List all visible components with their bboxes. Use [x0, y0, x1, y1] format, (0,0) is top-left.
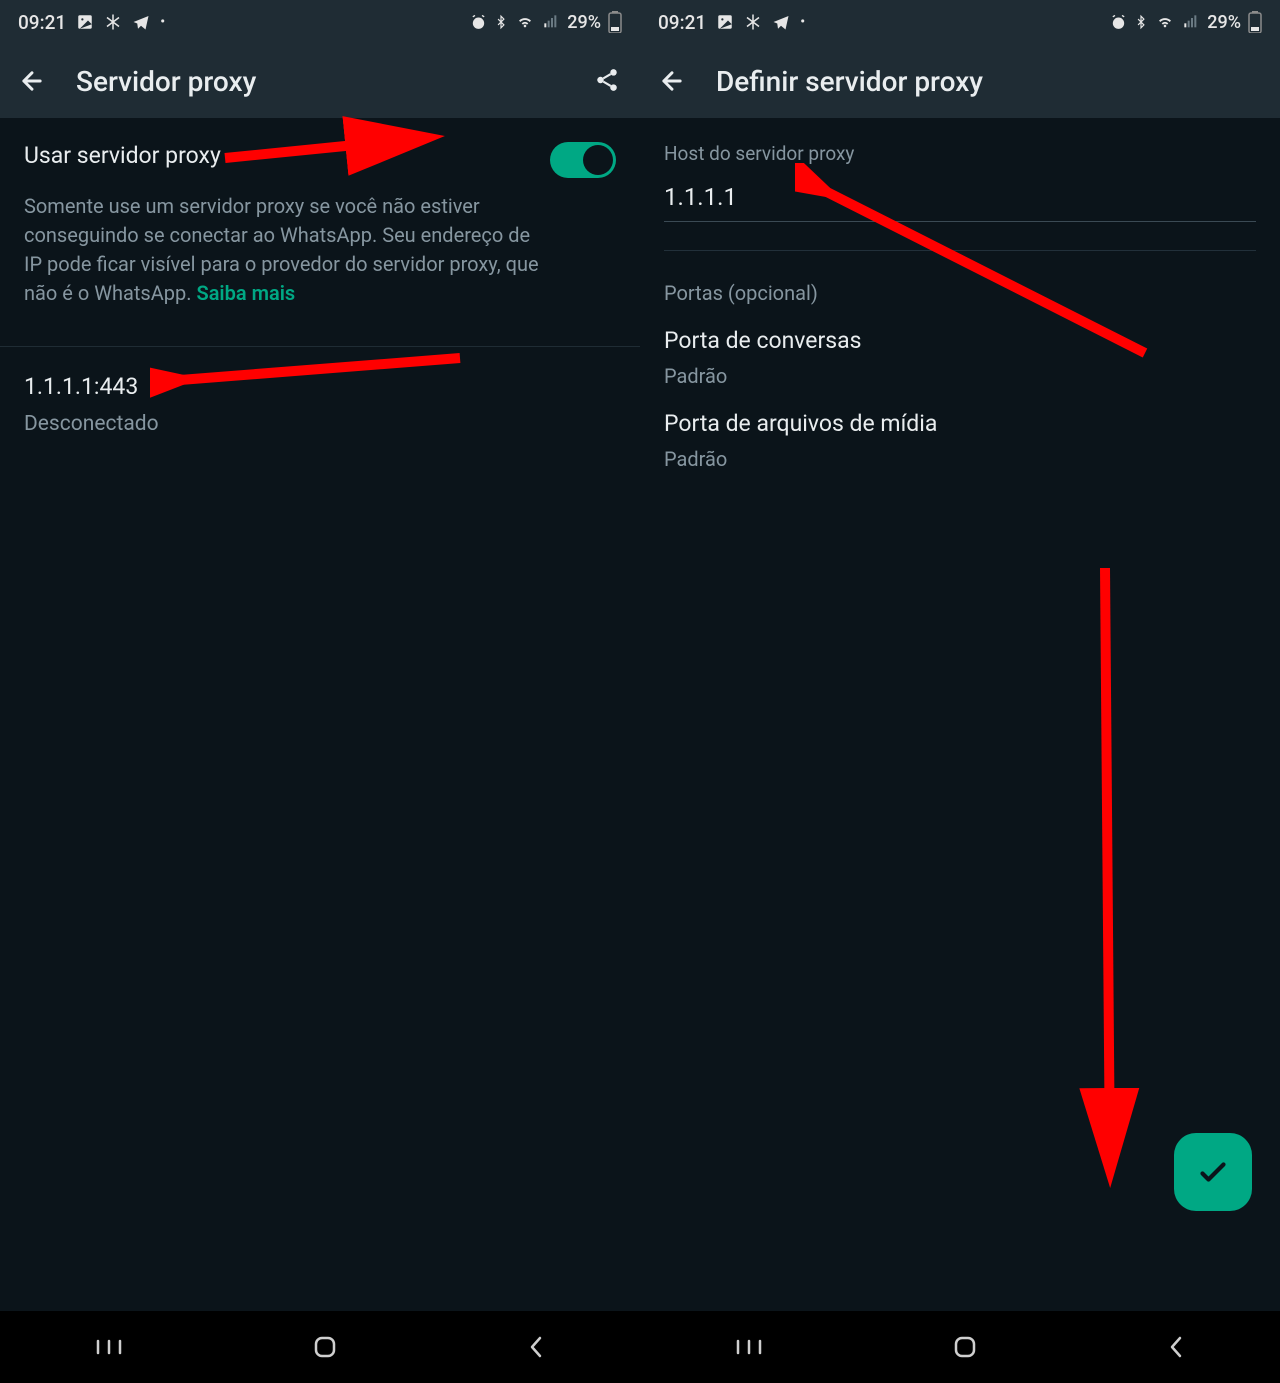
share-button[interactable] — [594, 67, 622, 95]
chat-port-row[interactable]: Porta de conversas Padrão — [664, 327, 1256, 388]
status-time: 09:21 — [658, 11, 706, 34]
chat-port-value: Padrão — [664, 364, 1256, 388]
media-port-row[interactable]: Porta de arquivos de mídia Padrão — [664, 410, 1256, 471]
bluetooth-icon — [494, 13, 508, 31]
status-bar: 09:21 • 29% — [0, 0, 640, 44]
page-title: Servidor proxy — [76, 65, 564, 98]
wifi-icon — [515, 14, 535, 30]
telegram-icon — [132, 13, 150, 31]
page-title: Definir servidor proxy — [716, 65, 1262, 98]
host-input[interactable] — [664, 177, 1256, 222]
use-proxy-label: Usar servidor proxy — [24, 142, 221, 169]
battery-icon — [1248, 11, 1262, 33]
nav-bar — [640, 1311, 1280, 1383]
status-time: 09:21 — [18, 11, 66, 34]
nav-home[interactable] — [952, 1334, 978, 1360]
back-button[interactable] — [658, 67, 686, 95]
status-bar: 09:21 • 29% — [640, 0, 1280, 44]
use-proxy-toggle[interactable] — [550, 142, 616, 178]
snowflake-icon — [744, 13, 762, 31]
confirm-fab[interactable] — [1174, 1133, 1252, 1211]
alarm-icon — [1110, 14, 1127, 31]
learn-more-link[interactable]: Saiba mais — [196, 281, 295, 305]
nav-home[interactable] — [312, 1334, 338, 1360]
battery-percentage: 29% — [1207, 12, 1241, 33]
phone-right: 09:21 • 29% — [640, 0, 1280, 1383]
battery-icon — [608, 11, 622, 33]
proxy-status: Desconectado — [24, 412, 616, 436]
content-area: Usar servidor proxy Somente use um servi… — [0, 118, 640, 1311]
status-dot: • — [800, 14, 805, 30]
proxy-address: 1.1.1.1:443 — [24, 373, 616, 400]
nav-bar — [0, 1311, 640, 1383]
alarm-icon — [470, 14, 487, 31]
nav-recents[interactable] — [94, 1337, 124, 1357]
nav-back[interactable] — [1166, 1334, 1186, 1360]
nav-recents[interactable] — [734, 1337, 764, 1357]
media-port-title: Porta de arquivos de mídia — [664, 410, 1256, 437]
proxy-description: Somente use um servidor proxy se você nã… — [24, 192, 544, 308]
app-header: Definir servidor proxy — [640, 44, 1280, 118]
signal-icon — [1182, 14, 1200, 30]
app-header: Servidor proxy — [0, 44, 640, 118]
telegram-icon — [772, 13, 790, 31]
content-area: Host do servidor proxy Portas (opcional)… — [640, 118, 1280, 1311]
status-dot: • — [160, 14, 165, 30]
ports-section-title: Portas (opcional) — [664, 281, 1256, 305]
nav-back[interactable] — [526, 1334, 546, 1360]
gallery-icon — [76, 13, 94, 31]
use-proxy-row[interactable]: Usar servidor proxy — [24, 142, 616, 178]
back-button[interactable] — [18, 67, 46, 95]
toggle-knob — [583, 145, 613, 175]
host-label: Host do servidor proxy — [664, 142, 1256, 165]
chat-port-title: Porta de conversas — [664, 327, 1256, 354]
divider — [664, 250, 1256, 251]
phone-left: 09:21 • 29% — [0, 0, 640, 1383]
snowflake-icon — [104, 13, 122, 31]
annotation-arrow-fab — [1070, 558, 1150, 1198]
proxy-entry[interactable]: 1.1.1.1:443 Desconectado — [0, 347, 640, 462]
gallery-icon — [716, 13, 734, 31]
wifi-icon — [1155, 14, 1175, 30]
signal-icon — [542, 14, 560, 30]
media-port-value: Padrão — [664, 447, 1256, 471]
bluetooth-icon — [1134, 13, 1148, 31]
battery-percentage: 29% — [567, 12, 601, 33]
